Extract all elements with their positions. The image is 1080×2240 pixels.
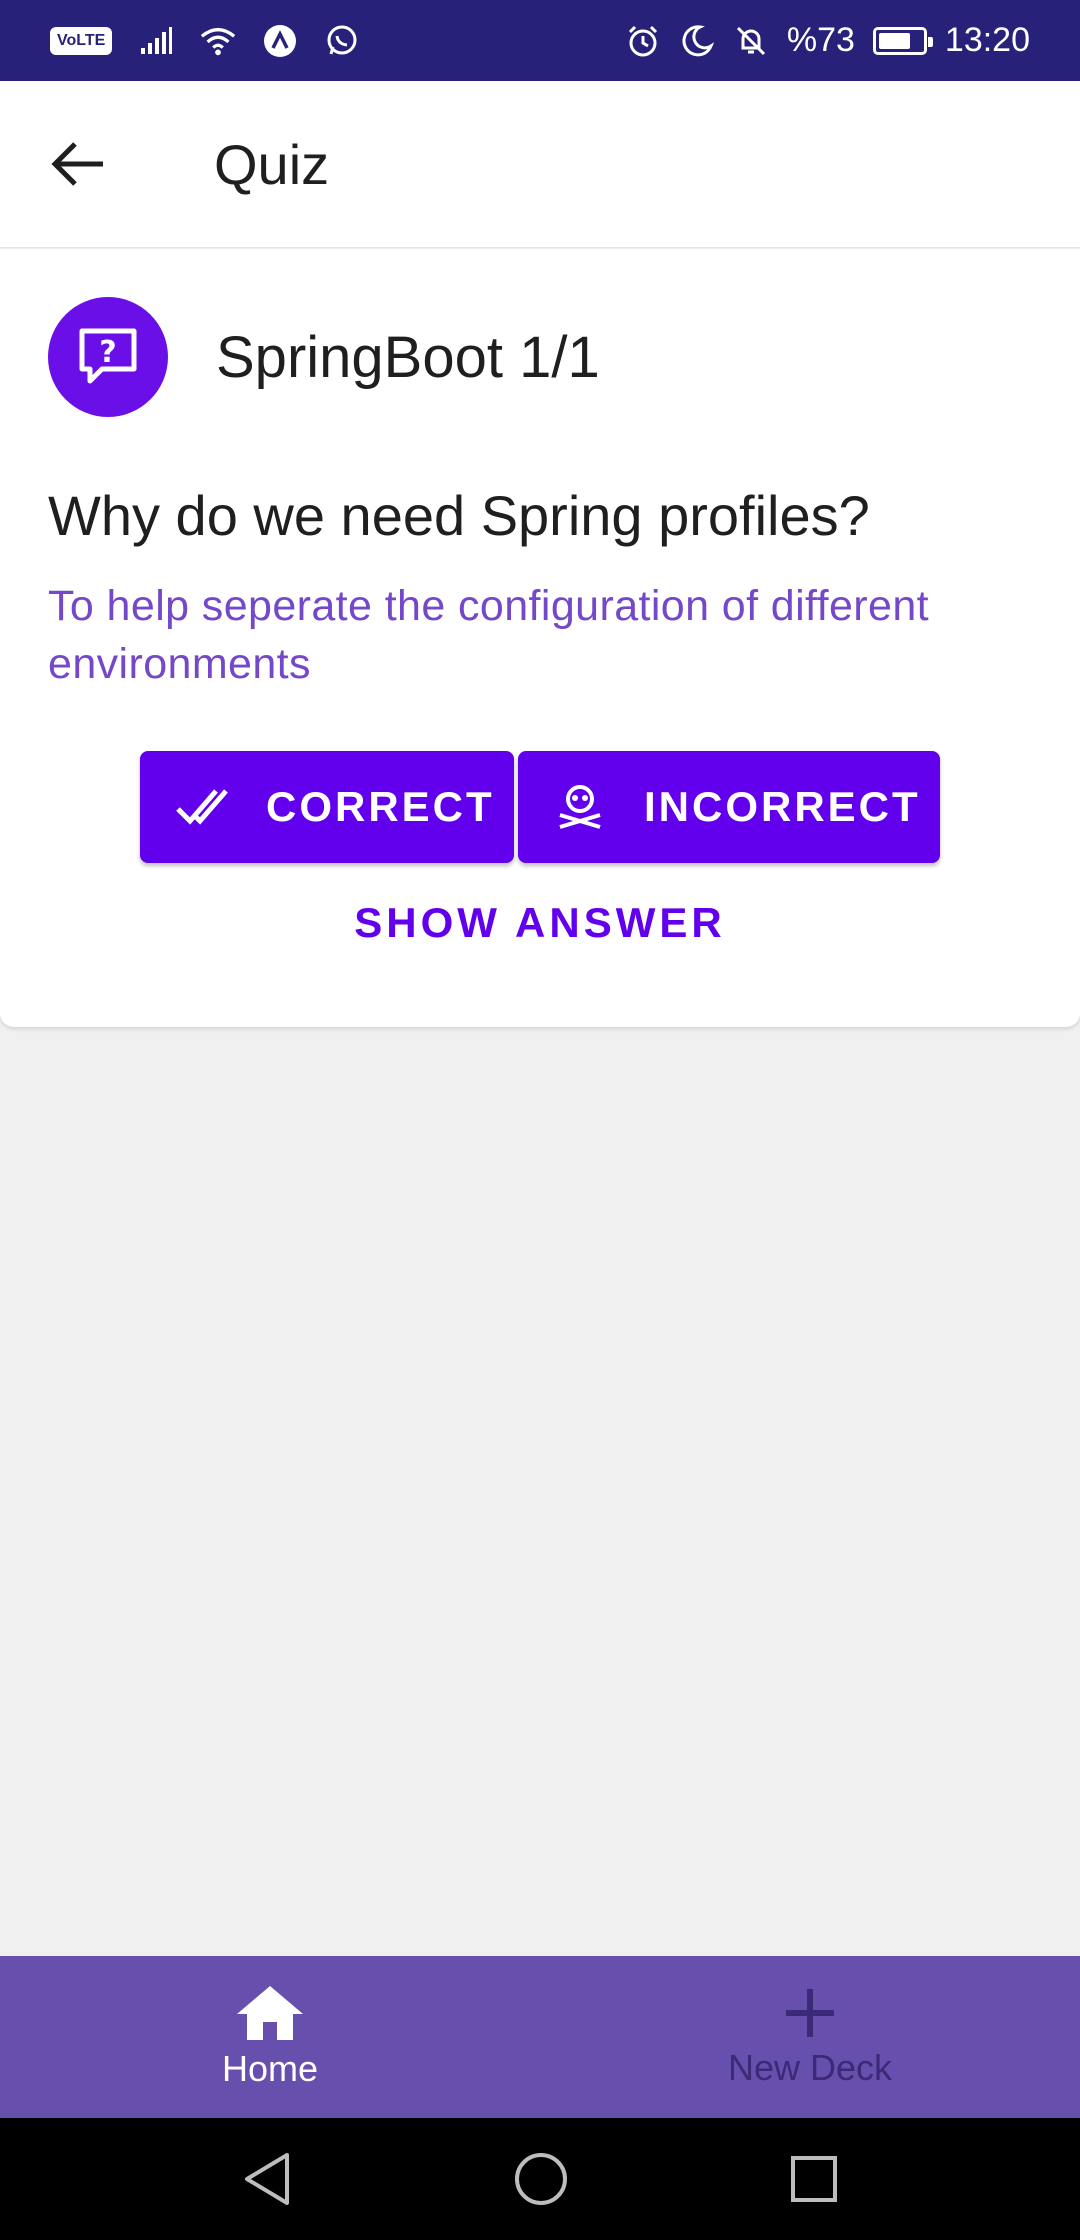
correct-label: CORRECT [266,783,495,830]
status-right: %73 13:20 [625,21,1030,60]
incorrect-button[interactable]: INCORRECT [518,751,940,863]
correct-button[interactable]: CORRECT [140,751,514,863]
nav-new-deck-label: New Deck [727,2047,893,2088]
nav-home-label: Home [221,2048,319,2089]
nav-home[interactable]: Home [0,1956,540,2118]
system-navigation-bar [0,2118,1080,2240]
app-bar: Quiz [0,81,1080,248]
skull-crossbones-icon [554,781,606,833]
volte-badge: VoLTE [50,26,113,55]
plus-icon [786,1989,834,2037]
back-button[interactable] [0,81,158,248]
app-notification-icon [262,23,298,59]
mute-bell-icon [733,23,769,59]
signal-icon [138,23,174,59]
card-header: ? SpringBoot 1/1 [48,297,600,417]
moon-icon [679,23,715,59]
system-recents-icon[interactable] [789,2154,839,2204]
avatar: ? [48,297,168,417]
status-left: VoLTE [50,23,360,59]
alarm-icon [625,23,661,59]
incorrect-label: INCORRECT [644,783,921,830]
answer-buttons: CORRECT INCORRECT [140,751,940,863]
arrow-left-icon [51,142,103,186]
svg-text:?: ? [99,335,116,370]
question-text: Why do we need Spring profiles? [48,484,870,547]
page-title: Quiz [214,132,330,196]
battery-level [878,32,910,49]
answer-text: To help seperate the configuration of di… [48,582,929,688]
nav-new-deck[interactable]: New Deck [540,1956,1080,2118]
battery-percent: %73 [786,21,855,59]
whatsapp-icon [324,23,360,59]
deck-title: SpringBoot 1/1 [216,324,600,390]
clock: 13:20 [944,21,1030,59]
system-back-icon[interactable] [241,2151,293,2207]
system-home-icon[interactable] [513,2151,569,2207]
quiz-card: ? SpringBoot 1/1 Why do we need Spring p… [0,249,1080,1027]
battery-icon [872,26,933,55]
double-check-icon [176,781,228,833]
bottom-navigation: Home New Deck [0,1956,1080,2118]
show-answer-button[interactable]: SHOW ANSWER [0,899,1080,947]
home-icon [237,1986,303,2040]
wifi-icon [200,23,236,59]
question-bubble-icon: ? [79,328,137,384]
status-bar: VoLTE %73 13:20 [0,0,1080,81]
